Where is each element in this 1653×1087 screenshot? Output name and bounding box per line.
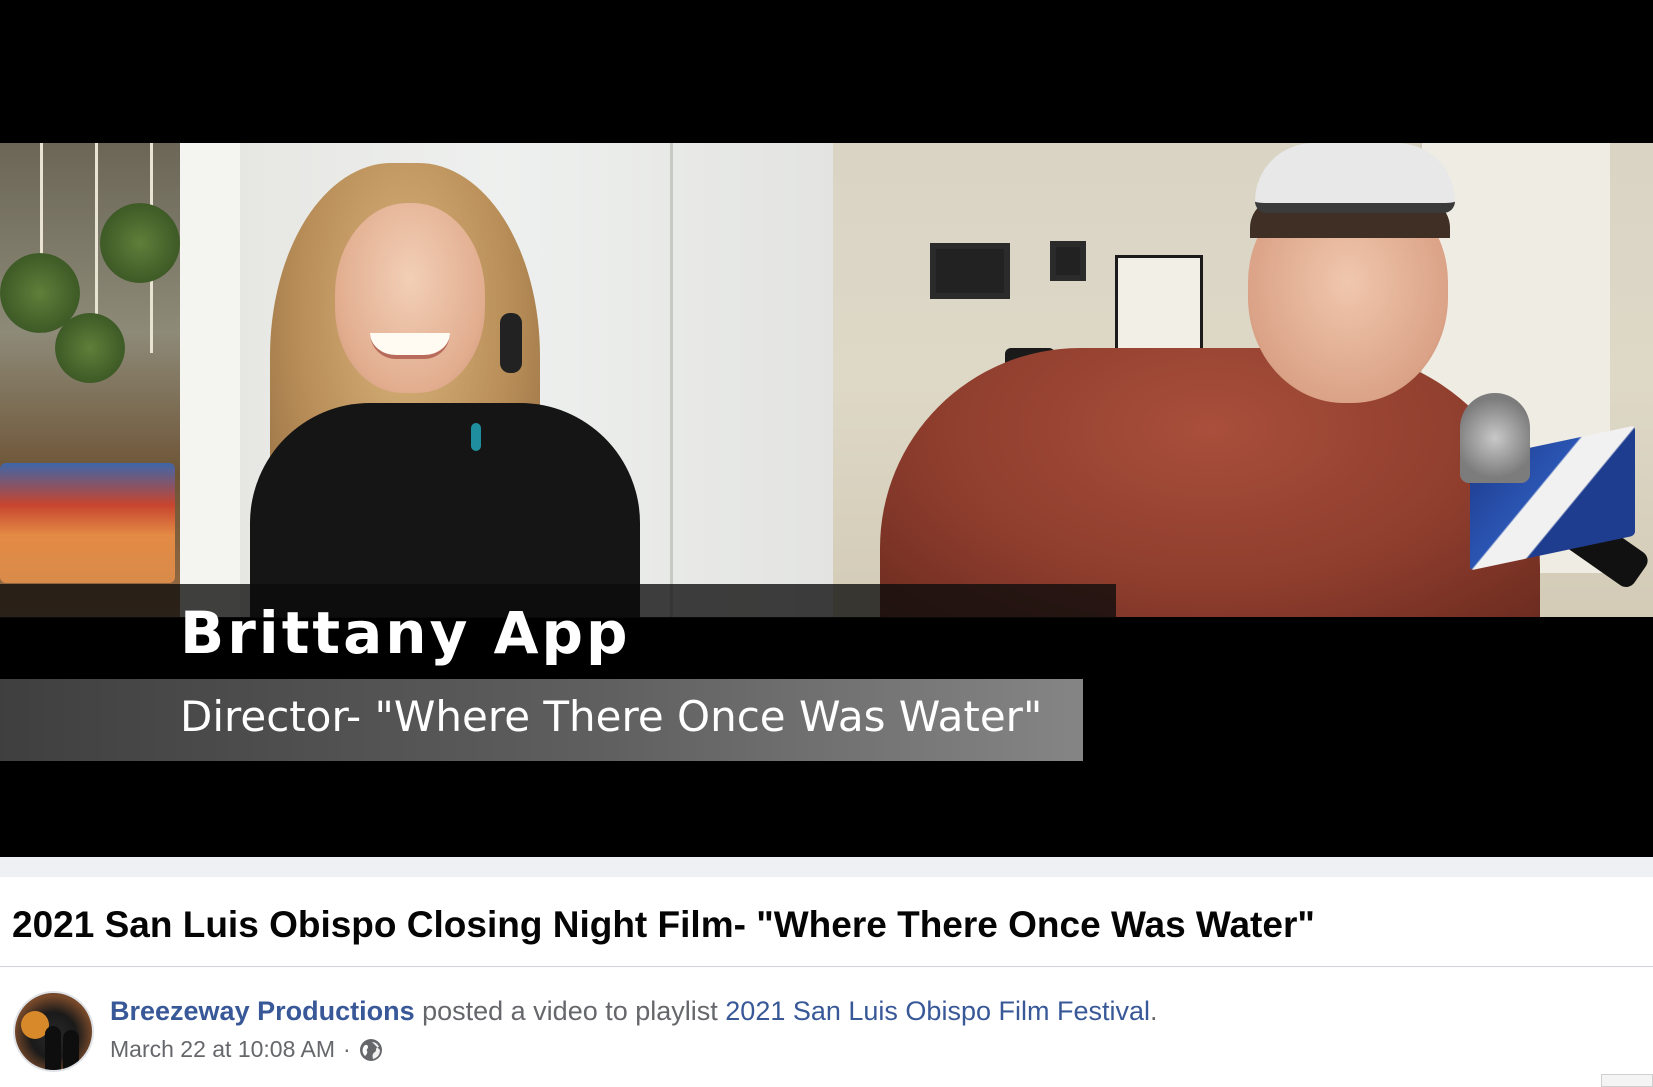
post-timestamp[interactable]: March 22 at 10:08 AM — [110, 1036, 335, 1063]
headset — [500, 313, 522, 373]
video-frame — [0, 143, 1653, 617]
hanging-plant — [100, 203, 180, 283]
post-byline: Breezeway Productions posted a video to … — [110, 996, 1158, 1027]
video-panel-left — [0, 143, 833, 617]
divider — [0, 966, 1653, 967]
separator-strip — [0, 857, 1653, 877]
globe-icon[interactable] — [359, 1038, 383, 1062]
speaker-face — [335, 203, 485, 393]
lower-third-role: Director- "Where There Once Was Water" — [180, 692, 1043, 741]
avatar-figure — [63, 1030, 79, 1070]
byline-period: . — [1149, 996, 1158, 1026]
post-meta: March 22 at 10:08 AM · — [110, 1036, 383, 1063]
avatar-figure — [45, 1026, 61, 1070]
byline-action-text: posted a video to playlist — [414, 996, 726, 1026]
page-avatar[interactable] — [13, 991, 94, 1072]
lower-third-name: Brittany App — [180, 599, 631, 667]
corner-widget — [1601, 1074, 1653, 1087]
closet-door-edge — [670, 143, 673, 617]
hanging-plant — [55, 313, 125, 383]
playlist-link[interactable]: 2021 San Luis Obispo Film Festival — [725, 996, 1150, 1026]
wall-picture — [1050, 241, 1086, 281]
earring — [471, 423, 481, 451]
microphone — [1460, 393, 1530, 483]
video-title: 2021 San Luis Obispo Closing Night Film-… — [12, 904, 1315, 945]
author-link[interactable]: Breezeway Productions — [110, 996, 415, 1026]
door-frame — [180, 143, 240, 617]
host-cap — [1255, 143, 1455, 213]
meta-separator: · — [343, 1036, 351, 1062]
patterned-bench — [0, 463, 175, 583]
wall-picture — [930, 243, 1010, 299]
wall-picture — [1115, 255, 1203, 363]
host-sweater — [880, 348, 1540, 617]
video-player[interactable]: Brittany App Director- "Where There Once… — [0, 0, 1653, 857]
